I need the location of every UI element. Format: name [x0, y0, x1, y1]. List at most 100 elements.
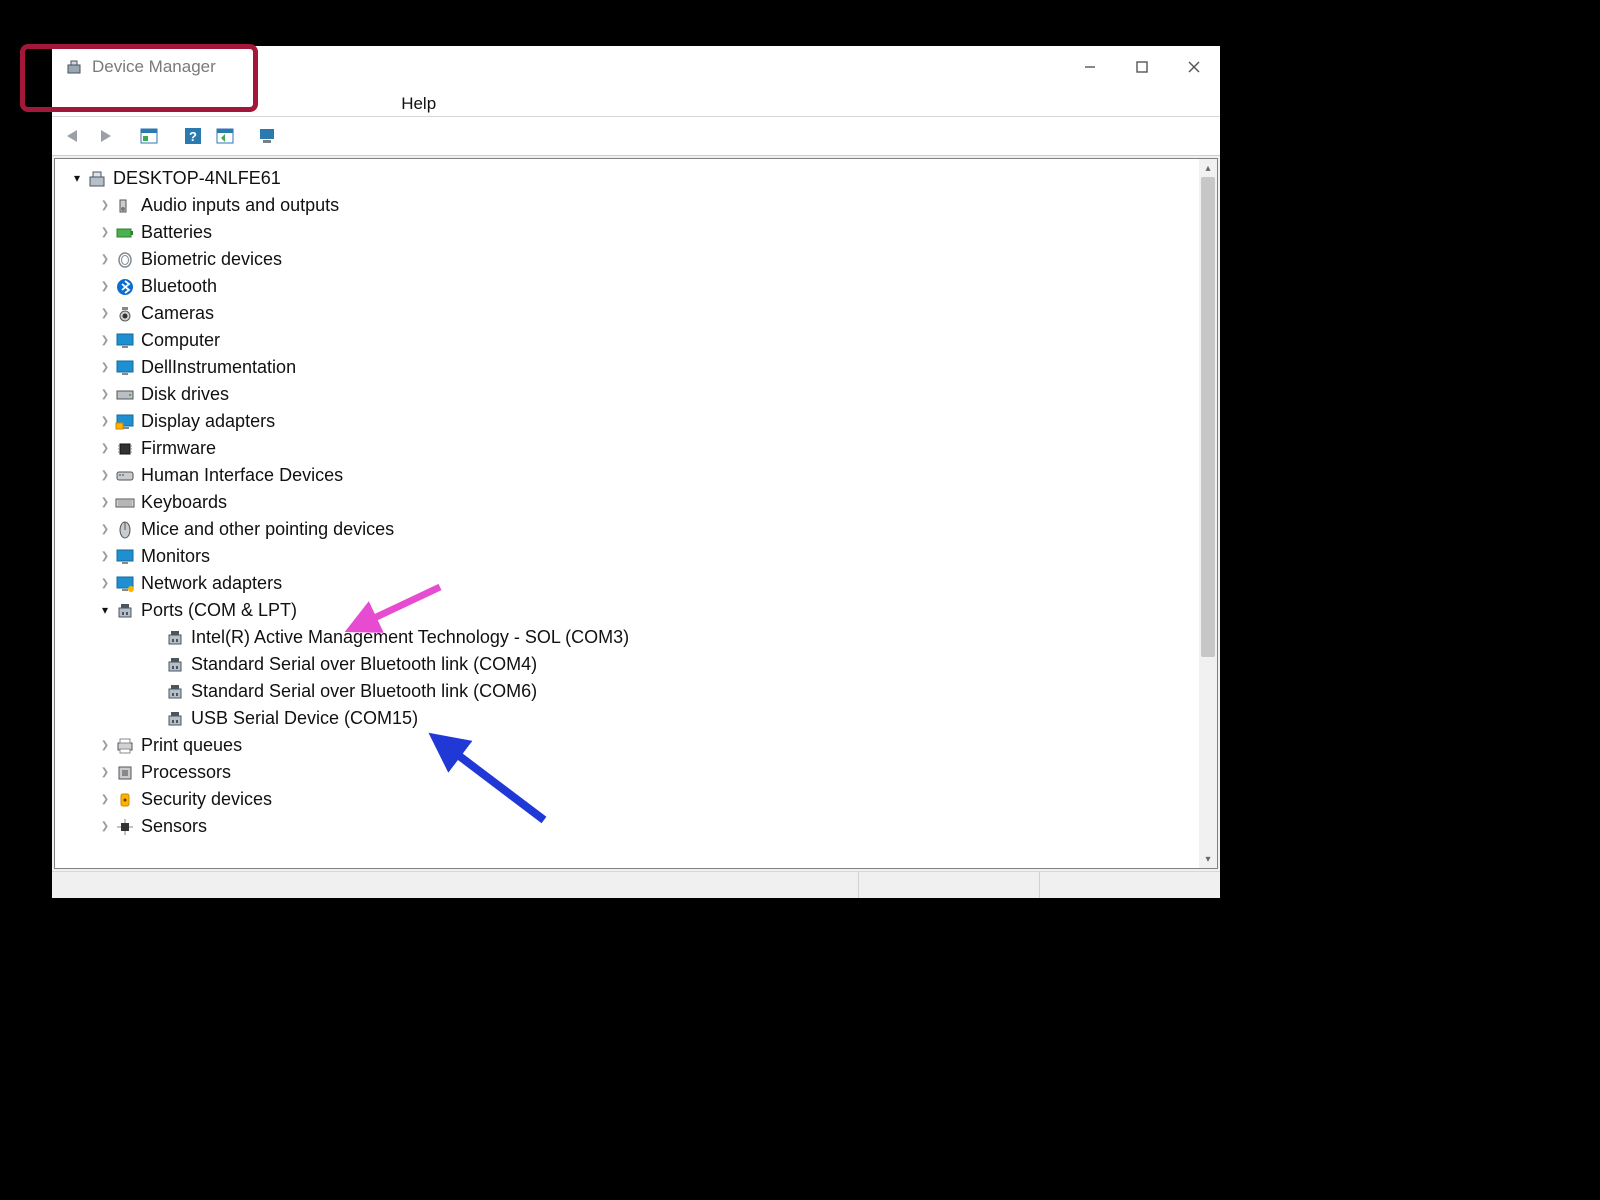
tree-row-cat-15-child-0[interactable]: Intel(R) Active Management Technology - … [61, 624, 1199, 651]
statusbar [52, 871, 1220, 898]
chevron-right-icon[interactable] [97, 732, 113, 759]
scroll-thumb[interactable] [1201, 177, 1215, 657]
close-button[interactable] [1168, 46, 1220, 88]
tree-label: Disk drives [141, 381, 229, 408]
tree-row-cat-4[interactable]: Cameras [61, 300, 1199, 327]
tree-row-cat-15-child-2[interactable]: Standard Serial over Bluetooth link (COM… [61, 678, 1199, 705]
tree-label: Print queues [141, 732, 242, 759]
tree-row-cat-13[interactable]: Monitors [61, 543, 1199, 570]
tree-label: Human Interface Devices [141, 462, 343, 489]
menu-help[interactable]: Help [401, 94, 436, 114]
tree-row-root[interactable]: DESKTOP-4NLFE61 [61, 165, 1199, 192]
chevron-right-icon[interactable] [97, 759, 113, 786]
vertical-scrollbar[interactable]: ▴ ▾ [1199, 159, 1217, 868]
scroll-up-button[interactable]: ▴ [1199, 159, 1217, 177]
tree-label: Intel(R) Active Management Technology - … [191, 624, 629, 651]
tree-row-cat-10[interactable]: Human Interface Devices [61, 462, 1199, 489]
tree-row-cat-1[interactable]: Batteries [61, 219, 1199, 246]
tree-row-cat-5[interactable]: Computer [61, 327, 1199, 354]
status-cell-2 [858, 872, 1039, 898]
chevron-right-icon[interactable] [97, 300, 113, 327]
chevron-right-icon[interactable] [97, 435, 113, 462]
tree-label: Batteries [141, 219, 212, 246]
tree-label: Biometric devices [141, 246, 282, 273]
chip-icon [115, 439, 135, 459]
tree-row-cat-9[interactable]: Firmware [61, 435, 1199, 462]
tree-row-cat-8[interactable]: Display adapters [61, 408, 1199, 435]
tree-row-cat-15-child-3[interactable]: USB Serial Device (COM15) [61, 705, 1199, 732]
chevron-down-icon[interactable] [97, 597, 113, 625]
minimize-button[interactable] [1064, 46, 1116, 88]
chevron-right-icon[interactable] [97, 354, 113, 381]
tree-label: USB Serial Device (COM15) [191, 705, 418, 732]
back-button[interactable] [60, 123, 86, 149]
tree-row-cat-7[interactable]: Disk drives [61, 381, 1199, 408]
chevron-right-icon[interactable] [97, 273, 113, 300]
tree-label: DESKTOP-4NLFE61 [113, 165, 281, 192]
scroll-track[interactable] [1199, 177, 1217, 850]
port-icon [165, 682, 185, 702]
tree-row-cat-0[interactable]: Audio inputs and outputs [61, 192, 1199, 219]
tree-label: Firmware [141, 435, 216, 462]
toolbar: ? [52, 117, 1220, 156]
device-manager-window: Device Manager File Action View Help ? D… [52, 46, 1220, 898]
tree-row-cat-3[interactable]: Bluetooth [61, 273, 1199, 300]
tree-label: Standard Serial over Bluetooth link (COM… [191, 678, 537, 705]
content-frame: DESKTOP-4NLFE61Audio inputs and outputsB… [54, 158, 1218, 869]
monitor-icon [115, 358, 135, 378]
monitor-icon [115, 547, 135, 567]
scroll-down-button[interactable]: ▾ [1199, 850, 1217, 868]
tree-label: Bluetooth [141, 273, 217, 300]
network-icon [115, 574, 135, 594]
tree-label: Monitors [141, 543, 210, 570]
titlebar[interactable]: Device Manager [52, 46, 1220, 88]
chevron-right-icon[interactable] [97, 543, 113, 570]
help-button[interactable]: ? [180, 123, 206, 149]
chevron-right-icon[interactable] [97, 489, 113, 516]
maximize-button[interactable] [1116, 46, 1168, 88]
tree-row-cat-15[interactable]: Ports (COM & LPT) [61, 597, 1199, 624]
app-icon [64, 57, 84, 77]
chevron-right-icon[interactable] [97, 408, 113, 435]
battery-icon [115, 223, 135, 243]
printer-icon [115, 736, 135, 756]
tree-row-cat-15-child-1[interactable]: Standard Serial over Bluetooth link (COM… [61, 651, 1199, 678]
tree-label: Computer [141, 327, 220, 354]
bluetooth-icon [115, 277, 135, 297]
chevron-right-icon[interactable] [97, 462, 113, 489]
chevron-right-icon[interactable] [97, 246, 113, 273]
camera-icon [115, 304, 135, 324]
tree-row-cat-2[interactable]: Biometric devices [61, 246, 1199, 273]
tree-row-cat-11[interactable]: Keyboards [61, 489, 1199, 516]
tree-row-cat-16[interactable]: Print queues [61, 732, 1199, 759]
mouse-icon [115, 520, 135, 540]
tree-row-cat-19[interactable]: Sensors [61, 813, 1199, 840]
tree-label: Network adapters [141, 570, 282, 597]
chevron-right-icon[interactable] [97, 327, 113, 354]
chevron-right-icon[interactable] [97, 381, 113, 408]
tree-label: Keyboards [141, 489, 227, 516]
display-icon [115, 412, 135, 432]
tree-row-cat-14[interactable]: Network adapters [61, 570, 1199, 597]
scan-hardware-button[interactable] [212, 123, 238, 149]
device-tree[interactable]: DESKTOP-4NLFE61Audio inputs and outputsB… [55, 159, 1199, 868]
computer-root-icon [87, 169, 107, 189]
chevron-right-icon[interactable] [97, 192, 113, 219]
tree-row-cat-18[interactable]: Security devices [61, 786, 1199, 813]
chevron-right-icon[interactable] [97, 219, 113, 246]
forward-button[interactable] [92, 123, 118, 149]
tree-row-cat-6[interactable]: DellInstrumentation [61, 354, 1199, 381]
chevron-right-icon[interactable] [97, 570, 113, 597]
cpu-icon [115, 763, 135, 783]
properties-button[interactable] [136, 123, 162, 149]
disk-icon [115, 385, 135, 405]
chevron-down-icon[interactable] [69, 165, 85, 193]
chevron-right-icon[interactable] [97, 786, 113, 813]
security-icon [115, 790, 135, 810]
chevron-right-icon[interactable] [97, 516, 113, 543]
tree-row-cat-17[interactable]: Processors [61, 759, 1199, 786]
show-hidden-button[interactable] [256, 123, 282, 149]
tree-label: DellInstrumentation [141, 354, 296, 381]
chevron-right-icon[interactable] [97, 813, 113, 840]
tree-row-cat-12[interactable]: Mice and other pointing devices [61, 516, 1199, 543]
